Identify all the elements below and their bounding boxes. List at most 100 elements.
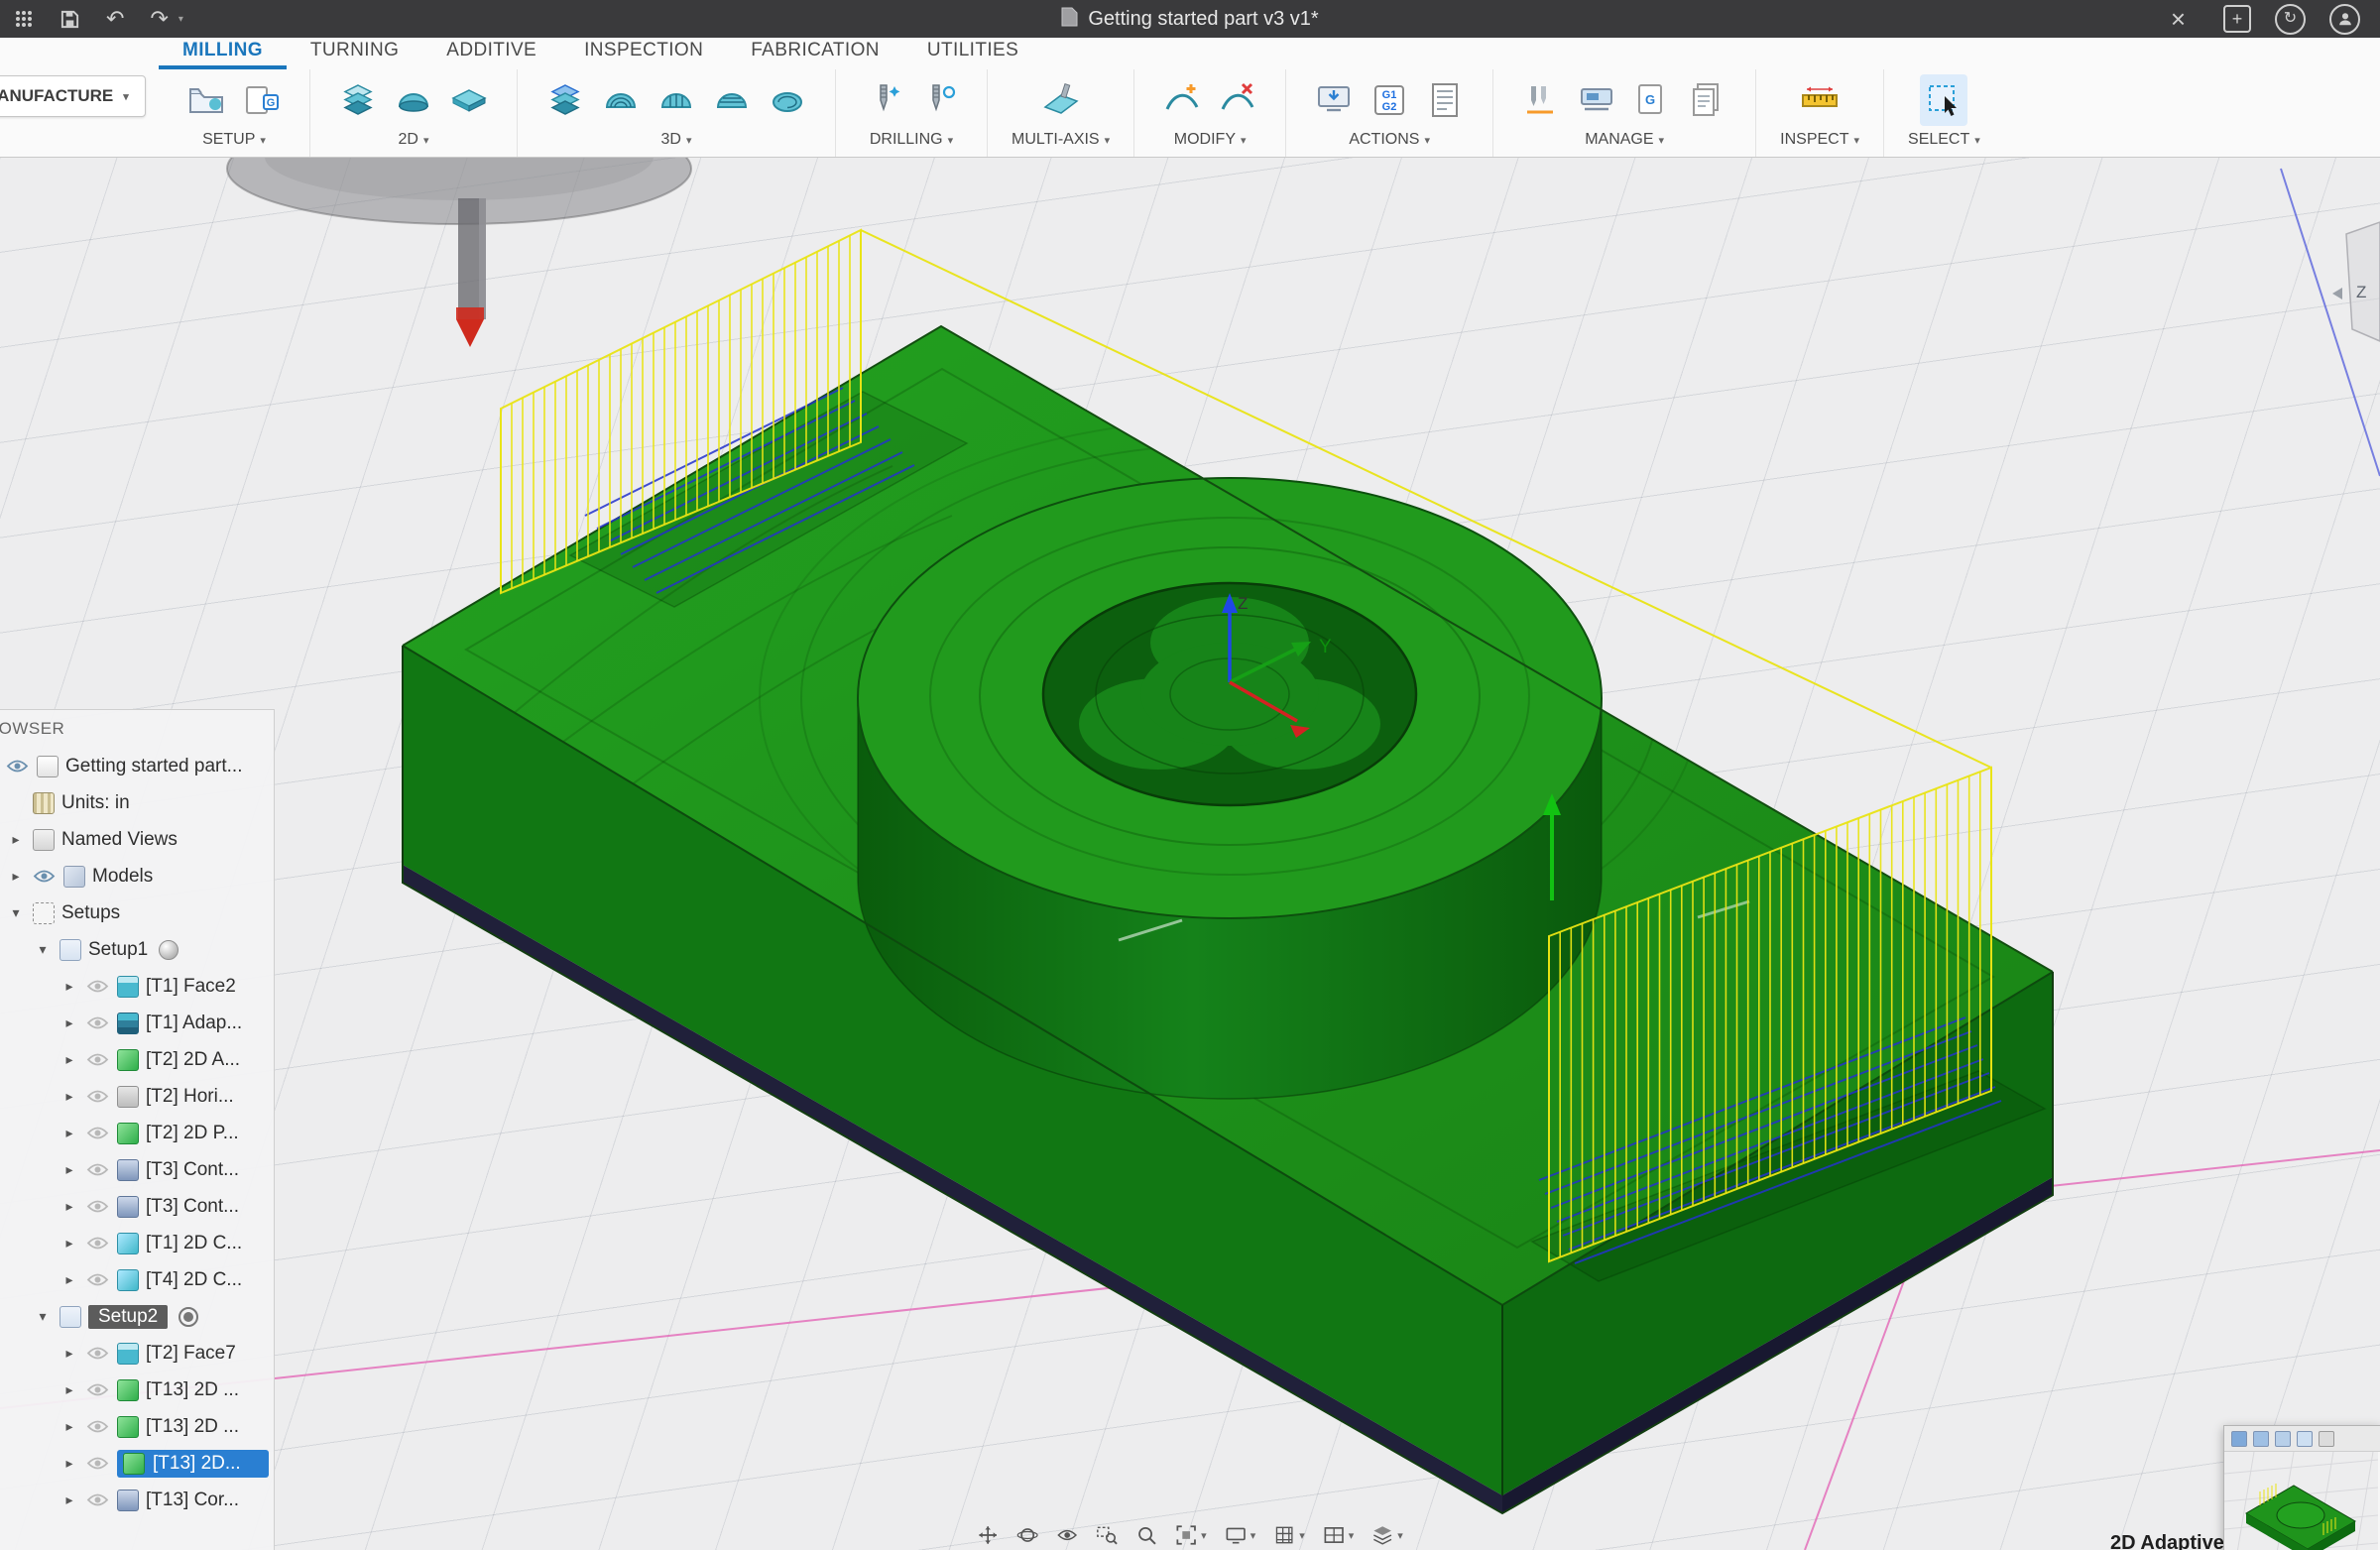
drill-button[interactable]: [860, 74, 907, 126]
create-nc-program-button[interactable]: G: [238, 74, 286, 126]
expander-expanded-icon[interactable]: ▾: [6, 904, 26, 921]
viewport-canvas[interactable]: Y Z Z: [0, 157, 2380, 1550]
group-label-setup[interactable]: SETUP: [202, 131, 255, 149]
tree-row[interactable]: ▸ [T1] Face2: [0, 968, 274, 1005]
dropdown-caret-icon[interactable]: ▾: [1250, 1529, 1256, 1542]
viewcube[interactable]: Z: [2332, 221, 2380, 342]
setup-sheet-button[interactable]: [1421, 74, 1469, 126]
nc-codes-button[interactable]: G1 G2: [1366, 74, 1413, 126]
tree-row[interactable]: ▸ [T13] 2D ...: [0, 1371, 274, 1408]
expander-collapsed-icon[interactable]: ▸: [60, 1051, 79, 1068]
operation-dialog[interactable]: [2223, 1425, 2380, 1550]
machine-library-button[interactable]: [1573, 74, 1620, 126]
dialog-header-icon[interactable]: [2253, 1430, 2269, 1447]
machined-part[interactable]: [402, 324, 2054, 1515]
display-settings-icon[interactable]: ▾: [1225, 1524, 1256, 1546]
dialog-header[interactable]: [2224, 1426, 2380, 1452]
selected-row-highlight[interactable]: [T13] 2D...: [117, 1449, 269, 1478]
expander-collapsed-icon[interactable]: ▸: [60, 1161, 79, 1178]
new-setup-button[interactable]: [182, 74, 230, 126]
tree-row[interactable]: ▸ [T13] 2D ...: [0, 1408, 274, 1445]
tree-row[interactable]: ▸ [T3] Cont...: [0, 1151, 274, 1188]
dropdown-caret-icon[interactable]: ▾: [1397, 1529, 1403, 1542]
tree-row[interactable]: ▾ Setup2: [0, 1298, 274, 1335]
tree-row[interactable]: ▸ [T2] 2D A...: [0, 1041, 274, 1078]
account-icon[interactable]: [2329, 3, 2360, 35]
tool-library-button[interactable]: [1517, 74, 1565, 126]
app-menu-icon[interactable]: [14, 9, 34, 29]
expander-collapsed-icon[interactable]: ▸: [60, 1418, 79, 1435]
close-icon[interactable]: ×: [2171, 6, 2186, 32]
workspace-switcher[interactable]: MANUFACTURE ▾: [0, 75, 146, 117]
fit-icon[interactable]: ▾: [1175, 1524, 1207, 1546]
redo-caret-icon[interactable]: ▾: [178, 14, 183, 25]
dialog-header-icon[interactable]: [2319, 1430, 2334, 1447]
parallel-button[interactable]: [653, 74, 700, 126]
tree-row[interactable]: ▾ Setups: [0, 894, 274, 931]
group-label-actions[interactable]: ACTIONS: [1349, 131, 1419, 149]
visibility-icon[interactable]: [86, 1382, 110, 1397]
face-button[interactable]: [445, 74, 493, 126]
expander-collapsed-icon[interactable]: ▸: [60, 1381, 79, 1398]
templates-button[interactable]: [1684, 74, 1731, 126]
grid-settings-icon[interactable]: ▾: [1273, 1524, 1305, 1546]
visibility-icon[interactable]: [86, 1052, 110, 1067]
expander-collapsed-icon[interactable]: ▸: [60, 1271, 79, 1288]
expander-collapsed-icon[interactable]: ▸: [60, 1088, 79, 1105]
scallop-button[interactable]: [708, 74, 756, 126]
look-at-icon[interactable]: [1056, 1524, 1078, 1546]
dropdown-caret-icon[interactable]: ▾: [1299, 1529, 1305, 1542]
viewports-icon[interactable]: ▾: [1323, 1524, 1355, 1546]
visibility-icon[interactable]: [86, 1272, 110, 1287]
visibility-icon[interactable]: [86, 1492, 110, 1507]
new-window-icon[interactable]: +: [2223, 5, 2251, 33]
visibility-icon[interactable]: [33, 869, 57, 884]
expander-expanded-icon[interactable]: ▾: [33, 941, 53, 958]
measure-button[interactable]: [1796, 74, 1844, 126]
tree-row[interactable]: ▸ [T2] Face7: [0, 1335, 274, 1371]
visibility-icon[interactable]: [86, 1089, 110, 1104]
tab-milling[interactable]: MILLING: [159, 35, 287, 69]
tab-utilities[interactable]: UTILITIES: [903, 35, 1042, 69]
visibility-icon[interactable]: [86, 1126, 110, 1140]
tree-row[interactable]: ▸ [T2] Hori...: [0, 1078, 274, 1115]
undo-icon[interactable]: ↶: [106, 8, 124, 30]
expander-collapsed-icon[interactable]: ▸: [60, 1345, 79, 1362]
tab-additive[interactable]: ADDITIVE: [422, 35, 560, 69]
expander-collapsed-icon[interactable]: ▸: [60, 1455, 79, 1472]
trim-toolpath-button[interactable]: [1158, 74, 1206, 126]
orbit-icon[interactable]: [1016, 1524, 1038, 1546]
group-label-2d[interactable]: 2D: [399, 131, 418, 149]
tree-row[interactable]: ▸ [T1] 2D C...: [0, 1225, 274, 1261]
visual-style-icon[interactable]: ▾: [1371, 1524, 1403, 1546]
tree-row[interactable]: Units: in: [0, 784, 274, 821]
dialog-header-icon[interactable]: [2231, 1430, 2247, 1447]
tree-row[interactable]: ▸ [T13] 2D...: [0, 1445, 274, 1482]
tab-turning[interactable]: TURNING: [287, 35, 422, 69]
group-label-manage[interactable]: MANAGE: [1585, 131, 1653, 149]
group-label-inspect[interactable]: INSPECT: [1780, 131, 1848, 149]
tree-row[interactable]: ▸ Models: [0, 858, 274, 894]
visibility-icon[interactable]: [86, 1199, 110, 1214]
visibility-icon[interactable]: [86, 1162, 110, 1177]
tree-row[interactable]: ▾ Setup1: [0, 931, 274, 968]
group-label-3d[interactable]: 3D: [661, 131, 681, 149]
zoom-icon[interactable]: [1135, 1524, 1157, 1546]
group-label-drilling[interactable]: DRILLING: [870, 131, 943, 149]
dropdown-caret-icon[interactable]: ▾: [1349, 1529, 1355, 1542]
tree-row[interactable]: ▸ [T4] 2D C...: [0, 1261, 274, 1298]
visibility-icon[interactable]: [86, 1236, 110, 1251]
tree-row[interactable]: Getting started part...: [0, 748, 274, 784]
expander-collapsed-icon[interactable]: ▸: [60, 1491, 79, 1508]
tree-row[interactable]: ▸ [T13] Cor...: [0, 1482, 274, 1518]
redo-icon[interactable]: ↷: [150, 8, 168, 30]
visibility-icon[interactable]: [86, 1015, 110, 1030]
expander-collapsed-icon[interactable]: ▸: [60, 1198, 79, 1215]
visibility-icon[interactable]: [86, 1419, 110, 1434]
tree-row[interactable]: ▸ [T2] 2D P...: [0, 1115, 274, 1151]
group-label-select[interactable]: SELECT: [1908, 131, 1969, 149]
tree-row[interactable]: ▸ [T3] Cont...: [0, 1188, 274, 1225]
select-button[interactable]: [1920, 74, 1968, 126]
dropdown-caret-icon[interactable]: ▾: [1201, 1529, 1207, 1542]
zoom-window-icon[interactable]: [1096, 1524, 1118, 1546]
